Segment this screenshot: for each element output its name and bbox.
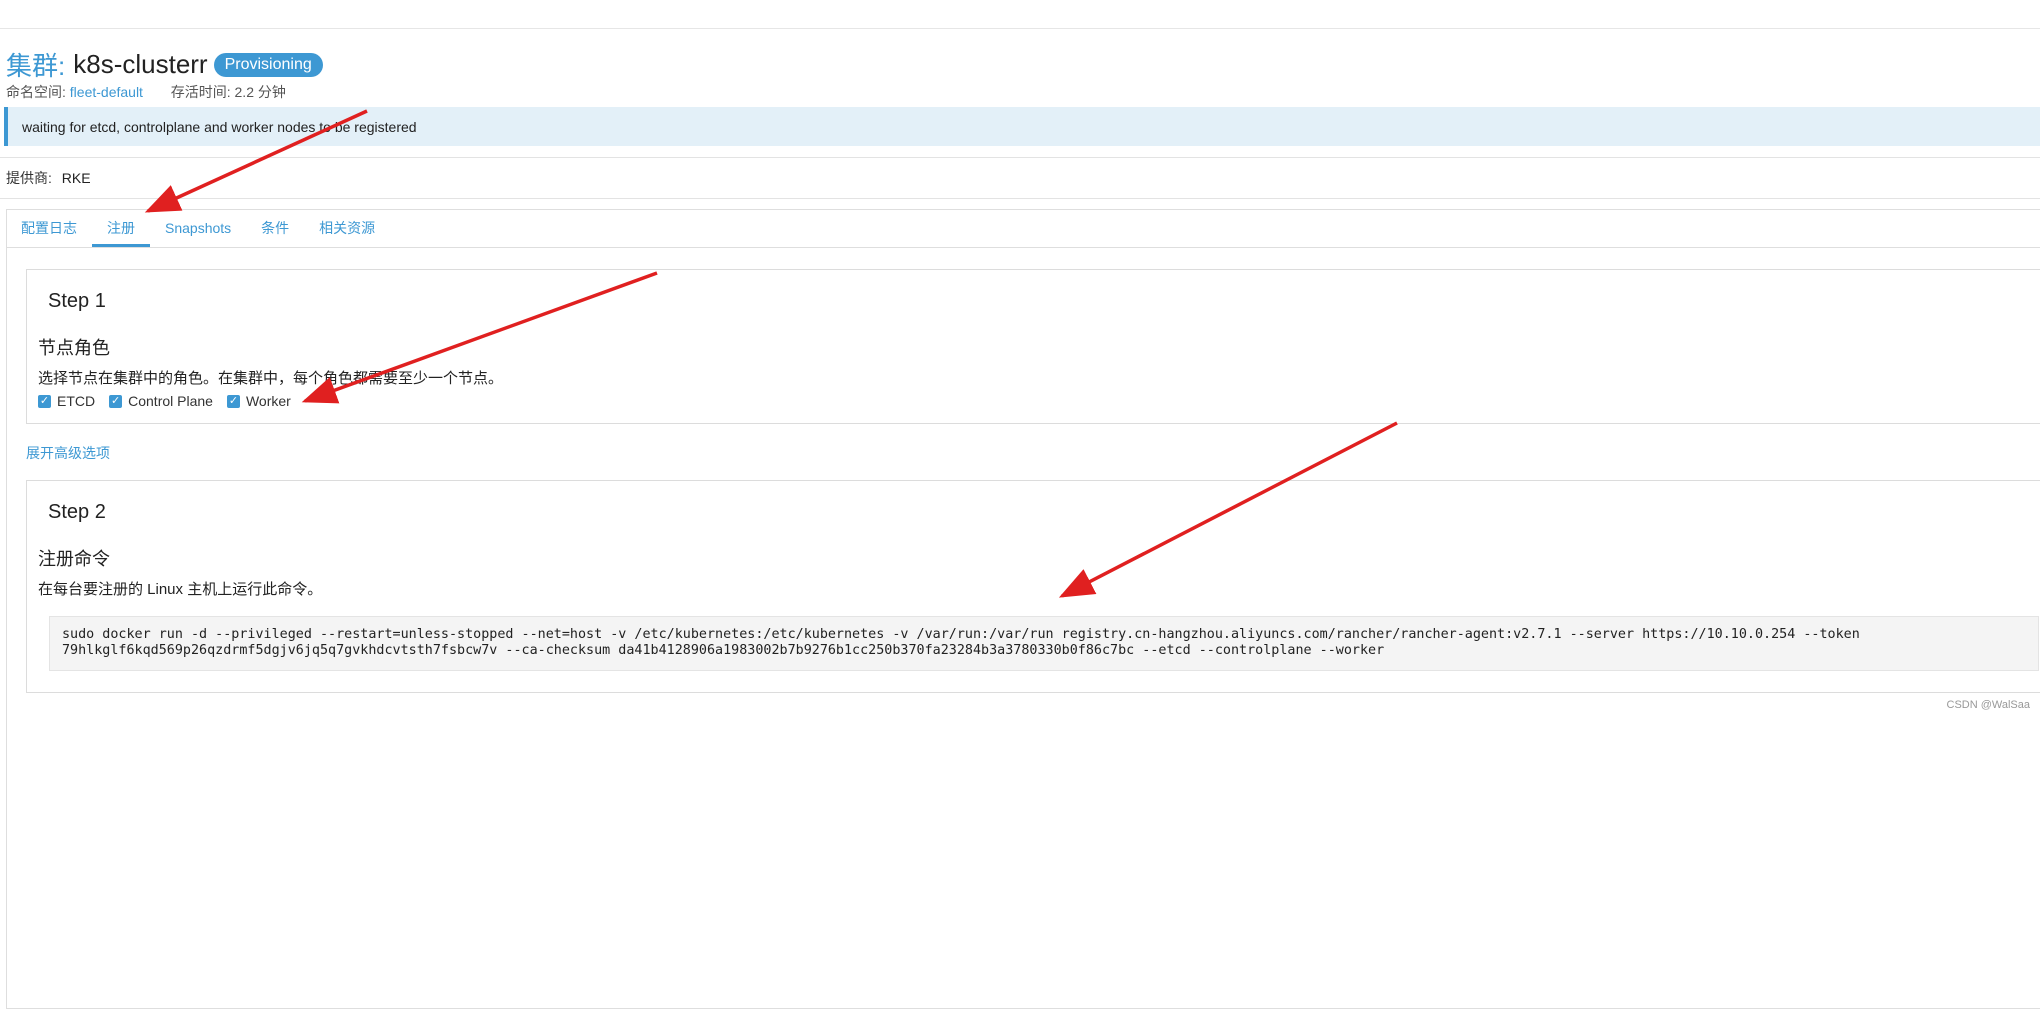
role-worker[interactable]: ✓ Worker	[226, 393, 291, 409]
advanced-options-link[interactable]: 展开高级选项	[26, 443, 110, 463]
provider-value: RKE	[61, 170, 91, 186]
role-etcd-label: ETCD	[57, 393, 96, 409]
tab-conditions[interactable]: 条件	[246, 209, 304, 247]
role-checkboxes: ✓ ETCD ✓ Control Plane ✓ Worker	[38, 393, 305, 409]
age-label: 存活时间:	[170, 84, 231, 100]
registration-command-box[interactable]: sudo docker run -d --privileged --restar…	[49, 616, 2039, 671]
step1-card: Step 1 节点角色 选择节点在集群中的角色。在集群中，每个角色都需要至少一个…	[26, 269, 2040, 424]
node-role-description: 选择节点在集群中的角色。在集群中，每个角色都需要至少一个节点。	[38, 370, 504, 387]
provider-row: 提供商: RKE	[6, 168, 91, 188]
top-divider	[0, 28, 2040, 29]
tab-bar: 配置日志 注册 Snapshots 条件 相关资源	[6, 209, 2040, 248]
role-control-plane[interactable]: ✓ Control Plane	[109, 393, 213, 409]
tab-related-resources[interactable]: 相关资源	[304, 209, 390, 247]
provider-label: 提供商:	[6, 170, 52, 186]
age-value: 2.2 分钟	[234, 84, 286, 100]
status-badge: Provisioning	[213, 52, 323, 77]
registration-command-title: 注册命令	[38, 549, 110, 569]
checkbox-checked-icon[interactable]: ✓	[226, 394, 240, 408]
checkbox-checked-icon[interactable]: ✓	[38, 394, 51, 408]
page-title: 集群: k8s-clusterr Provisioning	[6, 46, 323, 83]
node-role-title: 节点角色	[38, 338, 110, 358]
watermark: CSDN @WalSaa	[1946, 699, 2031, 711]
divider	[0, 198, 2040, 199]
registration-command-description: 在每台要注册的 Linux 主机上运行此命令。	[38, 581, 323, 598]
namespace-label: 命名空间:	[6, 84, 66, 100]
banner-message: waiting for etcd, controlplane and worke…	[22, 118, 417, 135]
tab-provisioning-log[interactable]: 配置日志	[6, 209, 92, 247]
role-control-plane-label: Control Plane	[128, 393, 213, 409]
checkbox-checked-icon[interactable]: ✓	[109, 394, 123, 408]
divider	[0, 157, 2040, 158]
command-line-1: sudo docker run -d --privileged --restar…	[62, 627, 1860, 642]
info-banner: waiting for etcd, controlplane and worke…	[4, 107, 2040, 146]
role-etcd[interactable]: ✓ ETCD	[38, 393, 95, 409]
role-worker-label: Worker	[245, 393, 291, 409]
tab-snapshots[interactable]: Snapshots	[150, 209, 246, 247]
cluster-name: k8s-clusterr	[73, 49, 208, 79]
title-prefix: 集群:	[6, 51, 66, 81]
tab-registration[interactable]: 注册	[92, 209, 150, 247]
cluster-meta: 命名空间: fleet-default 存活时间: 2.2 分钟	[6, 82, 286, 102]
command-line-2: 79hlkglf6kqd569p26qzdrmf5dgjv6jq5q7gvkhd…	[62, 643, 1385, 658]
namespace-link[interactable]: fleet-default	[70, 84, 143, 100]
step2-card: Step 2 注册命令 在每台要注册的 Linux 主机上运行此命令。 sudo…	[26, 480, 2040, 693]
step1-title: Step 1	[48, 290, 106, 312]
step2-title: Step 2	[48, 501, 106, 523]
